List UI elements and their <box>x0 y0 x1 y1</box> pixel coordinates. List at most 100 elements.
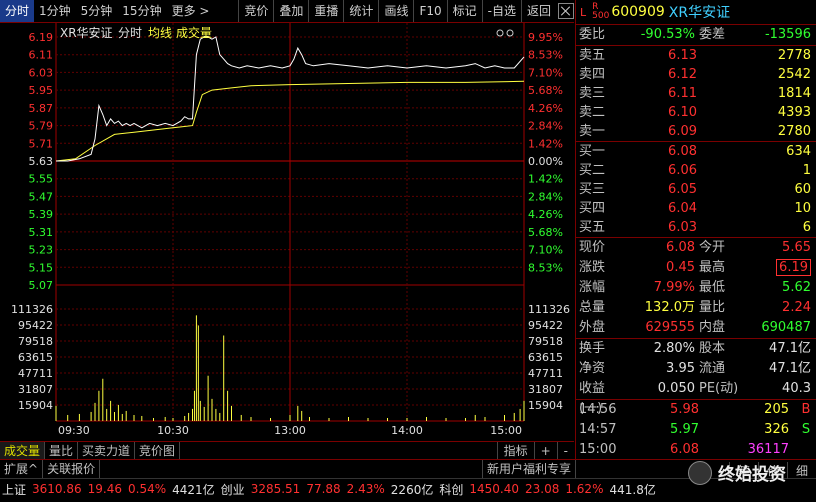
remove-watchlist-button[interactable]: -自选 <box>481 0 521 22</box>
pct-tick-label: 2.84% <box>528 120 563 133</box>
volume-tick-left: 15904 <box>18 399 53 412</box>
stat-row-0-value2: 5.65 <box>782 240 811 255</box>
close-icon[interactable] <box>558 3 574 19</box>
bid-volume: 634 <box>786 144 811 159</box>
price-tick-label: 5.95 <box>29 84 54 97</box>
pct-tick-label: 2.84% <box>528 190 563 203</box>
cy-index-change: 77.88 <box>306 482 341 496</box>
kc-index-change: 23.08 <box>524 482 560 496</box>
ask-level-1[interactable]: 卖一 6.09 2780 <box>576 122 816 141</box>
ask-volume: 2542 <box>777 67 811 82</box>
indicator-button[interactable]: 指标 <box>496 442 534 460</box>
quote-header: L R 500 600909 XR华安证 <box>576 0 816 25</box>
related-quote-tab[interactable]: 关联报价 <box>43 460 101 478</box>
ask-volume: 2778 <box>777 48 811 63</box>
replay-button[interactable]: 重播 <box>308 0 343 22</box>
promo-link[interactable]: 新用户福利专享 <box>481 460 576 478</box>
detail-view-button[interactable]: 细 <box>786 461 816 479</box>
intraday-chart-svg: 6.19 9.95% 6.11 8.53% 6.03 7.10% 5.95 5.68% 5.87… <box>11 23 570 437</box>
sh-index-label: 上证 <box>2 482 27 497</box>
volume-tick-left: 47711 <box>18 367 53 380</box>
r-badge-sub: 500 <box>592 11 610 21</box>
stat-row-0: 现价 6.08 今开 5.65 <box>576 238 816 258</box>
stat-row-2: 涨幅 7.99% 最低 5.62 <box>576 278 816 298</box>
tick-row: 14:56 5.98 205 B <box>576 400 816 420</box>
tick-side <box>795 440 816 460</box>
bid-price: 6.08 <box>668 144 697 159</box>
tab-buy-sell-force[interactable]: 买卖力道 <box>78 442 136 460</box>
tick-price: 5.98 <box>670 402 699 417</box>
fund-row-1: 净资 3.95 流通 47.1亿 <box>576 359 816 379</box>
tab-volume[interactable]: 成交量 <box>0 442 46 460</box>
ask-level-2[interactable]: 卖二 6.10 4393 <box>576 103 816 122</box>
chart-volume-label: 成交量 <box>176 25 212 40</box>
indicator-tabs: 成交量 量比 买卖力道 竞价图 指标 + - <box>0 441 574 460</box>
stat-row-0-label: 现价 <box>579 240 606 255</box>
chart-options-icon[interactable] <box>496 29 514 37</box>
back-button[interactable]: 返回 <box>520 0 556 22</box>
bid-level-3[interactable]: 买三 6.05 60 <box>576 180 816 199</box>
price-tick-label: 5.31 <box>29 226 54 239</box>
stat-row-3-label: 总量 <box>579 300 606 315</box>
price-tick-label: 5.47 <box>29 190 54 203</box>
ask-level-5[interactable]: 卖五 6.13 2778 <box>576 46 816 65</box>
bid-label: 买二 <box>579 163 606 178</box>
price-tick-label: 5.39 <box>29 208 54 221</box>
fund-row-2-value2: 40.3 <box>782 381 811 396</box>
ask-level-4[interactable]: 卖四 6.12 2542 <box>576 65 816 84</box>
bid-volume: 1 <box>802 163 811 178</box>
sh-index-value: 3610.86 <box>32 482 82 496</box>
quote-panel: L R 500 600909 XR华安证 委比 -90.53% 委差 -13596… <box>575 0 816 459</box>
auction-button[interactable]: 竞价 <box>238 0 273 22</box>
price-tick-label: 5.87 <box>29 102 54 115</box>
pct-tick-label: 9.95% <box>528 31 563 44</box>
bid-label: 买一 <box>579 144 606 159</box>
tab-15min[interactable]: 15分钟 <box>117 0 166 22</box>
tab-volume-ratio[interactable]: 量比 <box>45 442 79 460</box>
chart-stock-name: XR华安证 <box>60 25 113 40</box>
bid-volume: 6 <box>802 220 811 235</box>
stats-button[interactable]: 统计 <box>343 0 378 22</box>
stat-row-4-label2: 内盘 <box>699 320 726 335</box>
tick-time: 14:56 <box>579 402 617 417</box>
bid-label: 买四 <box>579 201 606 216</box>
weicha-label: 委差 <box>699 27 726 42</box>
time-tick-label: 14:00 <box>391 424 423 437</box>
mark-button[interactable]: 标记 <box>446 0 482 22</box>
ask-level-3[interactable]: 卖三 6.11 1814 <box>576 84 816 103</box>
volume-tick-right: 31807 <box>528 383 563 396</box>
fund-row-2-label: 收益(一) <box>579 381 606 416</box>
intraday-chart[interactable]: 6.19 9.95% 6.11 8.53% 6.03 7.10% 5.95 5.68% 5.87… <box>0 23 574 441</box>
high-price-box: 6.19 <box>776 259 811 276</box>
chart-mode-label: 分时 <box>118 26 142 40</box>
ask-label: 卖二 <box>579 105 606 120</box>
stat-row-4: 外盘 629555 内盘 690487 <box>576 318 816 338</box>
stat-row-0-label2: 今开 <box>699 240 726 255</box>
weicha-value: -13596 <box>764 27 811 42</box>
tab-intraday[interactable]: 分时 <box>0 0 35 22</box>
bid-level-1[interactable]: 买一 6.08 634 <box>576 142 816 161</box>
pct-tick-label: 5.68% <box>528 226 563 239</box>
tab-more[interactable]: 更多 > <box>167 0 215 22</box>
stat-row-2-label2: 最低 <box>699 280 726 295</box>
bid-level-5[interactable]: 买五 6.03 6 <box>576 218 816 237</box>
tab-5min[interactable]: 5分钟 <box>76 0 118 22</box>
bid-level-2[interactable]: 买二 6.06 1 <box>576 161 816 180</box>
tab-1min[interactable]: 1分钟 <box>34 0 76 22</box>
expand-tab[interactable]: 扩展^ <box>0 460 44 478</box>
overlay-button[interactable]: 叠加 <box>273 0 308 22</box>
zoom-out-button[interactable]: - <box>556 442 574 460</box>
ask-volume: 2780 <box>777 124 811 139</box>
bid-level-4[interactable]: 买四 6.04 10 <box>576 199 816 218</box>
price-stats: 现价 6.08 今开 5.65 涨跌 0.45 最高 6.19 涨幅 7.99% 最低 5.62 总量 1… <box>576 238 816 338</box>
draw-line-button[interactable]: 画线 <box>378 0 413 22</box>
tab-auction-chart[interactable]: 竞价图 <box>135 442 181 460</box>
r-badge: R 500 <box>592 3 609 21</box>
price-tick-label: 5.07 <box>29 279 54 292</box>
zoom-in-button[interactable]: + <box>533 442 557 460</box>
chart-avg-label: 均线 <box>148 26 172 40</box>
f10-button[interactable]: F10 <box>413 0 446 22</box>
stat-row-1: 涨跌 0.45 最高 6.19 <box>576 258 816 278</box>
time-tick-label: 15:00 <box>490 424 522 437</box>
price-tick-label: 5.15 <box>29 261 54 274</box>
